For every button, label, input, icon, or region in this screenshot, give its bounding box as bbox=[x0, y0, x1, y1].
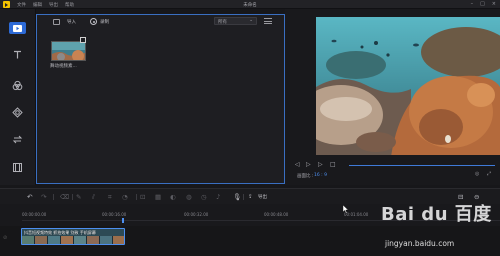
preview-progress-track[interactable] bbox=[349, 165, 495, 166]
text-icon bbox=[14, 50, 21, 58]
rotate-icon[interactable]: ◐ bbox=[170, 193, 176, 201]
mouse-cursor-icon bbox=[343, 205, 349, 214]
freeze-icon[interactable]: ⊡ bbox=[140, 193, 145, 201]
play-icon[interactable]: ▷ bbox=[306, 161, 311, 168]
stop-icon[interactable]: □ bbox=[330, 161, 336, 168]
fullscreen-icon[interactable]: ⤢ bbox=[487, 171, 491, 177]
preview-panel: ◁ ▷ ▷ □ 画面比 : 16 : 9 ◎ ⤢ bbox=[285, 9, 500, 185]
transition-tab-button[interactable] bbox=[9, 133, 26, 145]
redo-icon[interactable]: ↷ bbox=[41, 193, 46, 201]
split-icon[interactable]: ⫽ bbox=[92, 193, 95, 201]
preview-video[interactable] bbox=[316, 17, 500, 155]
overlay-tab-button[interactable] bbox=[9, 106, 26, 118]
import-icon[interactable] bbox=[53, 19, 60, 25]
text-tab-button[interactable] bbox=[9, 48, 26, 60]
overlay-icon bbox=[12, 106, 23, 118]
edit-pencil-icon[interactable]: ✎ bbox=[76, 193, 81, 201]
toolbar-divider bbox=[72, 194, 73, 200]
reef-thumbnail-image bbox=[52, 42, 85, 60]
playhead[interactable] bbox=[122, 218, 124, 223]
title-bar: 文件 编辑 导出 帮助 未命名 – □ × bbox=[0, 0, 500, 9]
element-tab-button[interactable] bbox=[9, 161, 26, 173]
undo-icon[interactable]: ↶ bbox=[27, 193, 32, 201]
aspect-ratio-value[interactable]: 16 : 9 bbox=[314, 173, 327, 178]
baidu-watermark: Bai du 百度 jingyan.baidu.com bbox=[381, 200, 499, 254]
clip-title: 抖音短视频特效 抓拍效果 别致 手机屏幕 bbox=[24, 230, 96, 235]
baidu-watermark-logo: Bai du 百度 bbox=[381, 204, 492, 225]
timestamp-label: 00:00:48.00 bbox=[264, 212, 289, 217]
track-lock-icon[interactable]: ⊘ bbox=[3, 235, 7, 241]
list-view-icon[interactable] bbox=[264, 18, 272, 24]
film-icon bbox=[13, 162, 22, 172]
close-icon[interactable]: × bbox=[492, 1, 496, 7]
media-thumbnail[interactable] bbox=[51, 41, 86, 61]
media-filter-select[interactable]: 所有 ⌄ bbox=[214, 17, 257, 25]
speed-icon[interactable]: ◔ bbox=[122, 193, 128, 201]
filter-tab-button[interactable] bbox=[9, 79, 26, 91]
export-icon[interactable]: ⇪ bbox=[248, 193, 253, 201]
microphone-icon[interactable]: 🎙 bbox=[233, 193, 241, 201]
snapshot-icon[interactable]: ◎ bbox=[475, 171, 479, 177]
export-button[interactable]: 导出 bbox=[258, 194, 267, 200]
aspect-ratio-label: 画面比 : bbox=[297, 174, 314, 179]
next-frame-icon[interactable]: ▷ bbox=[318, 161, 323, 168]
timestamp-label: 00:00:00.00 bbox=[22, 212, 47, 217]
media-toolbar: 导入 录制 所有 ⌄ bbox=[37, 15, 284, 28]
chevron-down-icon: ⌄ bbox=[249, 18, 253, 23]
timestamp-label: 00:00:32.00 bbox=[184, 212, 209, 217]
delete-icon[interactable]: ⌫ bbox=[60, 193, 69, 201]
playback-controls: ◁ ▷ ▷ □ bbox=[285, 159, 500, 171]
timeline-clip[interactable]: 抖音短视频特效 抓拍效果 别致 手机屏幕 bbox=[21, 228, 125, 245]
tool-rail bbox=[0, 9, 36, 185]
filter-icon bbox=[12, 80, 23, 90]
media-filter-value: 所有 bbox=[218, 20, 227, 25]
duration-icon[interactable]: ◷ bbox=[201, 193, 207, 201]
coral-reef-video-frame bbox=[316, 17, 500, 155]
baidu-watermark-url: jingyan.baidu.com bbox=[385, 239, 455, 248]
toolbar-divider bbox=[243, 194, 244, 200]
prev-frame-icon[interactable]: ◁ bbox=[295, 161, 300, 168]
media-panel: 导入 录制 所有 ⌄ 舞动视频素... bbox=[36, 14, 285, 184]
media-icon bbox=[13, 24, 22, 32]
record-button[interactable]: 录制 bbox=[100, 19, 109, 25]
maximize-icon[interactable]: □ bbox=[480, 1, 485, 7]
import-button[interactable]: 导入 bbox=[67, 19, 76, 25]
transition-icon bbox=[12, 135, 23, 143]
minimize-icon[interactable]: – bbox=[471, 1, 474, 7]
color-icon[interactable]: ◍ bbox=[186, 193, 192, 201]
audio-icon[interactable]: ♪ bbox=[216, 193, 220, 201]
toolbar-divider bbox=[53, 194, 54, 200]
record-icon[interactable] bbox=[90, 18, 97, 25]
mosaic-icon[interactable]: ▦ bbox=[155, 193, 161, 201]
clip-filmstrip bbox=[22, 236, 124, 244]
thumbnail-checkbox[interactable] bbox=[80, 37, 86, 43]
media-item-label: 舞动视频素... bbox=[50, 64, 77, 69]
media-tab-button[interactable] bbox=[9, 22, 26, 34]
timestamp-label: 00:00:16.00 bbox=[102, 212, 127, 217]
toolbar-divider bbox=[136, 194, 137, 200]
window-controls: – □ × bbox=[471, 1, 496, 7]
crop-icon[interactable]: ⌗ bbox=[108, 193, 112, 201]
window-title: 未命名 bbox=[243, 3, 257, 8]
